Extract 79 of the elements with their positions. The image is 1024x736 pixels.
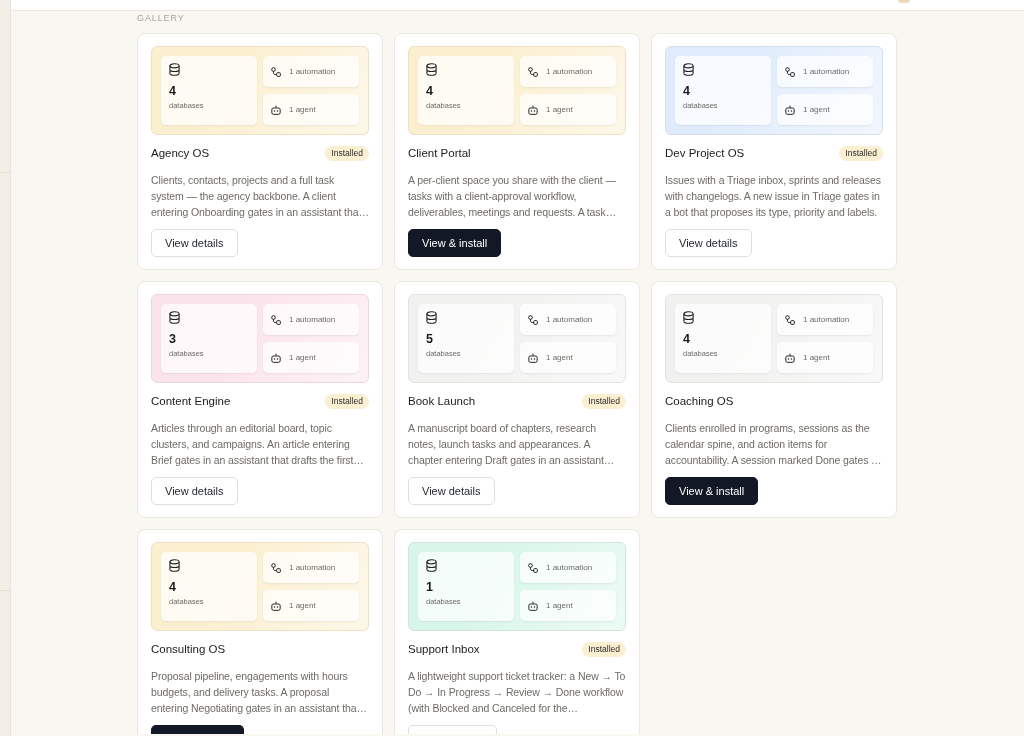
database-count: 4 [683,332,690,346]
automation-count: 1 automation [289,562,336,573]
install-button[interactable]: View & install [665,477,759,505]
database-icon [426,63,437,76]
agent-count: 1 agent [803,352,830,363]
automation-count: 1 automation [546,562,593,573]
card-description: Clients, contacts, projects and a full task system — the agency backbone. A client entering Onboarding gates in an assistant tha… [151,173,369,220]
robot-icon [785,352,795,363]
automation-count: 1 automation [289,314,336,325]
database-count: 1 [426,580,433,594]
robot-icon [528,104,538,115]
install-button[interactable]: View & install [408,229,502,257]
automation-count: 1 automation [546,66,593,77]
card-title: Content Engine [151,394,231,409]
robot-icon [528,600,538,611]
database-count: 4 [169,580,176,594]
card-title: Support Inbox [408,642,480,657]
agent-count: 1 agent [546,352,573,363]
database-count: 4 [426,84,433,98]
installed-badge: Installed [325,145,369,161]
database-icon [169,311,180,324]
section-label: GALLERY [137,12,186,24]
robot-icon [271,104,281,115]
automation-count: 1 automation [289,66,336,77]
database-icon [426,311,437,324]
workflow-icon [271,562,281,573]
installed-badge: Installed [325,393,369,409]
agent-count: 1 agent [289,352,316,363]
robot-icon [528,352,538,363]
avatar-icon[interactable] [898,0,910,3]
workflow-icon [528,66,538,77]
database-icon [426,559,437,572]
card-title: Book Launch [408,394,476,409]
workflow-icon [271,66,281,77]
details-button[interactable]: View details [151,477,238,505]
database-icon [169,63,180,76]
automation-count: 1 automation [803,314,850,325]
workflow-icon [785,66,795,77]
card-description: Articles through an editorial board, topic clusters, and campaigns. An article entering Brief gates in an assistant that drafts the first… [151,421,365,468]
automation-count: 1 automation [546,314,593,325]
card-description: Proposal pipeline, engagements with hours budgets, and delivery tasks. A proposal entering Negotiating gates in an assistant tha… [151,669,368,716]
card-title: Client Portal [408,146,471,161]
workflow-icon [785,314,795,325]
agent-count: 1 agent [546,104,573,115]
automation-count: 1 automation [803,66,850,77]
card-description: A per-client space you share with the client — tasks with a client-approval workflow, deliverables, meetings and requests. A task… [408,173,618,220]
details-button[interactable]: View details [151,229,238,257]
workflow-icon [271,314,281,325]
agent-count: 1 agent [289,600,316,611]
robot-icon [785,104,795,115]
card-description: Issues with a Triage inbox, sprints and releases with changelogs. A new issue in Triage gates in a bot that proposes its type, priority and labels. [665,173,882,220]
card-title: Coaching OS [665,394,734,409]
installed-badge: Installed [839,145,883,161]
details-button[interactable]: View details [665,229,752,257]
agent-count: 1 agent [546,600,573,611]
installed-badge: Installed [582,393,626,409]
workflow-icon [528,562,538,573]
database-count: 4 [169,84,176,98]
database-count: 3 [169,332,176,346]
install-button[interactable] [151,725,244,734]
details-button[interactable] [408,725,497,734]
database-count: 5 [426,332,433,346]
workflow-icon [528,314,538,325]
agent-count: 1 agent [289,104,316,115]
agent-count: 1 agent [803,104,830,115]
card-description: A lightweight support ticket tracker: a New → To Do → In Progress → Review → Done workflow (with Blocked and Canceled for the… [408,669,626,716]
card-description: Clients enrolled in programs, sessions as the calendar spine, and action items for accountability. A session marked Done gates … [665,421,883,468]
robot-icon [271,600,281,611]
database-icon [169,559,180,572]
database-icon [683,311,694,324]
card-description: A manuscript board of chapters, research notes, launch tasks and appearances. A chapter entering Draft gates in an assistant… [408,421,616,468]
card-title: Dev Project OS [665,146,745,161]
card-title: Consulting OS [151,642,226,657]
robot-icon [271,352,281,363]
database-icon [683,63,694,76]
card-title: Agency OS [151,146,210,161]
database-count: 4 [683,84,690,98]
details-button[interactable]: View details [408,477,495,505]
installed-badge: Installed [582,641,626,657]
